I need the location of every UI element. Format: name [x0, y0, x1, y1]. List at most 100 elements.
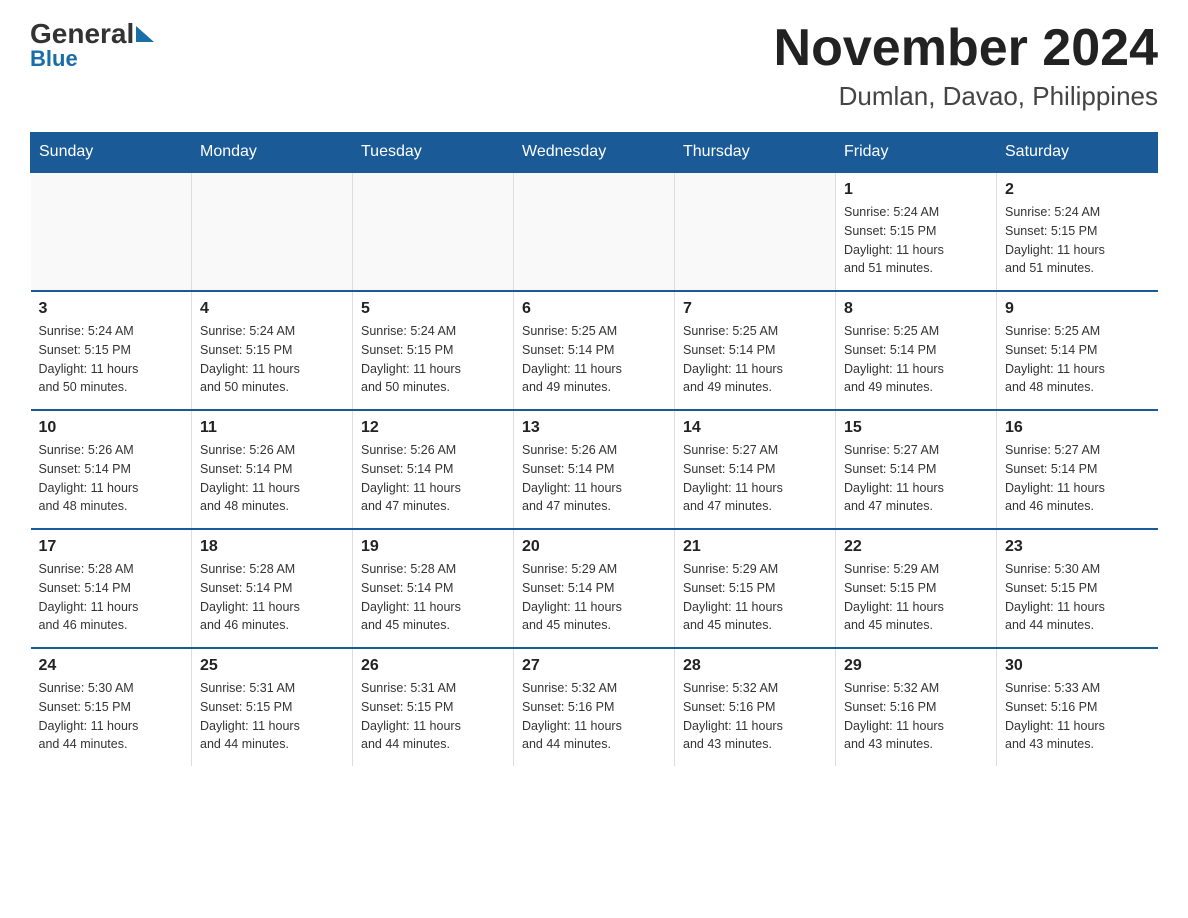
header-friday: Friday: [836, 133, 997, 173]
day-number: 6: [522, 300, 666, 318]
day-info: Sunrise: 5:27 AM Sunset: 5:14 PM Dayligh…: [1005, 441, 1150, 516]
day-number: 27: [522, 657, 666, 675]
calendar-cell: 30 Sunrise: 5:33 AM Sunset: 5:16 PM Dayli…: [997, 648, 1158, 766]
calendar-cell: 24 Sunrise: 5:30 AM Sunset: 5:15 PM Dayli…: [31, 648, 192, 766]
day-number: 5: [361, 300, 505, 318]
calendar-cell: 26 Sunrise: 5:31 AM Sunset: 5:15 PM Dayli…: [353, 648, 514, 766]
logo-blue-text: Blue: [30, 46, 78, 72]
calendar-cell: 8 Sunrise: 5:25 AM Sunset: 5:14 PM Daylig…: [836, 291, 997, 410]
calendar-cell: 1Sunrise: 5:24 AM Sunset: 5:15 PM Daylig…: [836, 172, 997, 291]
day-info: Sunrise: 5:24 AM Sunset: 5:15 PM Dayligh…: [39, 322, 184, 397]
day-number: 9: [1005, 300, 1150, 318]
logo-triangle-icon: [136, 26, 154, 42]
day-info: Sunrise: 5:33 AM Sunset: 5:16 PM Dayligh…: [1005, 679, 1150, 754]
calendar-header: Sunday Monday Tuesday Wednesday Thursday…: [31, 133, 1158, 173]
day-number: 2: [1005, 181, 1150, 199]
day-info: Sunrise: 5:24 AM Sunset: 5:15 PM Dayligh…: [200, 322, 344, 397]
day-number: 26: [361, 657, 505, 675]
header-row: Sunday Monday Tuesday Wednesday Thursday…: [31, 133, 1158, 173]
calendar-week-0: 1Sunrise: 5:24 AM Sunset: 5:15 PM Daylig…: [31, 172, 1158, 291]
day-number: 11: [200, 419, 344, 437]
day-number: 22: [844, 538, 988, 556]
day-info: Sunrise: 5:32 AM Sunset: 5:16 PM Dayligh…: [522, 679, 666, 754]
day-number: 8: [844, 300, 988, 318]
day-info: Sunrise: 5:29 AM Sunset: 5:14 PM Dayligh…: [522, 560, 666, 635]
day-info: Sunrise: 5:25 AM Sunset: 5:14 PM Dayligh…: [683, 322, 827, 397]
day-info: Sunrise: 5:28 AM Sunset: 5:14 PM Dayligh…: [39, 560, 184, 635]
day-number: 25: [200, 657, 344, 675]
day-number: 7: [683, 300, 827, 318]
day-info: Sunrise: 5:26 AM Sunset: 5:14 PM Dayligh…: [200, 441, 344, 516]
header-sunday: Sunday: [31, 133, 192, 173]
calendar-cell: 7 Sunrise: 5:25 AM Sunset: 5:14 PM Daylig…: [675, 291, 836, 410]
calendar-week-3: 17Sunrise: 5:28 AM Sunset: 5:14 PM Dayli…: [31, 529, 1158, 648]
day-info: Sunrise: 5:26 AM Sunset: 5:14 PM Dayligh…: [522, 441, 666, 516]
day-info: Sunrise: 5:26 AM Sunset: 5:14 PM Dayligh…: [361, 441, 505, 516]
day-number: 24: [39, 657, 184, 675]
calendar-cell: [192, 172, 353, 291]
calendar-cell: 10Sunrise: 5:26 AM Sunset: 5:14 PM Dayli…: [31, 410, 192, 529]
day-number: 18: [200, 538, 344, 556]
title-area: November 2024 Dumlan, Davao, Philippines: [774, 20, 1158, 112]
calendar-cell: 20 Sunrise: 5:29 AM Sunset: 5:14 PM Dayli…: [514, 529, 675, 648]
day-number: 3: [39, 300, 184, 318]
calendar-cell: 11 Sunrise: 5:26 AM Sunset: 5:14 PM Dayli…: [192, 410, 353, 529]
day-info: Sunrise: 5:31 AM Sunset: 5:15 PM Dayligh…: [361, 679, 505, 754]
logo-general-text: General: [30, 20, 134, 48]
calendar-week-2: 10Sunrise: 5:26 AM Sunset: 5:14 PM Dayli…: [31, 410, 1158, 529]
day-number: 16: [1005, 419, 1150, 437]
day-number: 20: [522, 538, 666, 556]
header-monday: Monday: [192, 133, 353, 173]
day-number: 15: [844, 419, 988, 437]
day-info: Sunrise: 5:31 AM Sunset: 5:15 PM Dayligh…: [200, 679, 344, 754]
day-number: 30: [1005, 657, 1150, 675]
calendar-cell: 9 Sunrise: 5:25 AM Sunset: 5:14 PM Daylig…: [997, 291, 1158, 410]
calendar-cell: 22 Sunrise: 5:29 AM Sunset: 5:15 PM Dayli…: [836, 529, 997, 648]
calendar-cell: 6 Sunrise: 5:25 AM Sunset: 5:14 PM Daylig…: [514, 291, 675, 410]
calendar-cell: [31, 172, 192, 291]
calendar-cell: 17Sunrise: 5:28 AM Sunset: 5:14 PM Dayli…: [31, 529, 192, 648]
calendar-cell: [514, 172, 675, 291]
header-thursday: Thursday: [675, 133, 836, 173]
day-number: 23: [1005, 538, 1150, 556]
calendar-week-4: 24 Sunrise: 5:30 AM Sunset: 5:15 PM Dayli…: [31, 648, 1158, 766]
calendar-cell: 12 Sunrise: 5:26 AM Sunset: 5:14 PM Dayli…: [353, 410, 514, 529]
calendar-cell: 4Sunrise: 5:24 AM Sunset: 5:15 PM Daylig…: [192, 291, 353, 410]
calendar-cell: 15 Sunrise: 5:27 AM Sunset: 5:14 PM Dayli…: [836, 410, 997, 529]
calendar-cell: [675, 172, 836, 291]
day-info: Sunrise: 5:29 AM Sunset: 5:15 PM Dayligh…: [844, 560, 988, 635]
calendar-cell: 21 Sunrise: 5:29 AM Sunset: 5:15 PM Dayli…: [675, 529, 836, 648]
day-info: Sunrise: 5:32 AM Sunset: 5:16 PM Dayligh…: [683, 679, 827, 754]
day-info: Sunrise: 5:28 AM Sunset: 5:14 PM Dayligh…: [361, 560, 505, 635]
day-info: Sunrise: 5:32 AM Sunset: 5:16 PM Dayligh…: [844, 679, 988, 754]
day-info: Sunrise: 5:27 AM Sunset: 5:14 PM Dayligh…: [683, 441, 827, 516]
calendar-cell: 2 Sunrise: 5:24 AM Sunset: 5:15 PM Daylig…: [997, 172, 1158, 291]
month-year-title: November 2024: [774, 20, 1158, 77]
day-number: 21: [683, 538, 827, 556]
calendar-body: 1Sunrise: 5:24 AM Sunset: 5:15 PM Daylig…: [31, 172, 1158, 766]
day-info: Sunrise: 5:28 AM Sunset: 5:14 PM Dayligh…: [200, 560, 344, 635]
day-info: Sunrise: 5:25 AM Sunset: 5:14 PM Dayligh…: [522, 322, 666, 397]
calendar-table: Sunday Monday Tuesday Wednesday Thursday…: [30, 132, 1158, 766]
day-info: Sunrise: 5:29 AM Sunset: 5:15 PM Dayligh…: [683, 560, 827, 635]
calendar-cell: 13Sunrise: 5:26 AM Sunset: 5:14 PM Dayli…: [514, 410, 675, 529]
day-number: 12: [361, 419, 505, 437]
day-number: 28: [683, 657, 827, 675]
location-subtitle: Dumlan, Davao, Philippines: [774, 81, 1158, 112]
day-number: 29: [844, 657, 988, 675]
calendar-cell: [353, 172, 514, 291]
day-info: Sunrise: 5:26 AM Sunset: 5:14 PM Dayligh…: [39, 441, 184, 516]
day-info: Sunrise: 5:24 AM Sunset: 5:15 PM Dayligh…: [1005, 203, 1150, 278]
header-tuesday: Tuesday: [353, 133, 514, 173]
day-info: Sunrise: 5:25 AM Sunset: 5:14 PM Dayligh…: [844, 322, 988, 397]
calendar-cell: 19Sunrise: 5:28 AM Sunset: 5:14 PM Dayli…: [353, 529, 514, 648]
calendar-cell: 27 Sunrise: 5:32 AM Sunset: 5:16 PM Dayli…: [514, 648, 675, 766]
day-info: Sunrise: 5:30 AM Sunset: 5:15 PM Dayligh…: [39, 679, 184, 754]
day-info: Sunrise: 5:27 AM Sunset: 5:14 PM Dayligh…: [844, 441, 988, 516]
day-info: Sunrise: 5:25 AM Sunset: 5:14 PM Dayligh…: [1005, 322, 1150, 397]
day-info: Sunrise: 5:24 AM Sunset: 5:15 PM Dayligh…: [361, 322, 505, 397]
logo: General Blue: [30, 20, 154, 72]
calendar-cell: 14Sunrise: 5:27 AM Sunset: 5:14 PM Dayli…: [675, 410, 836, 529]
calendar-cell: 3 Sunrise: 5:24 AM Sunset: 5:15 PM Daylig…: [31, 291, 192, 410]
calendar-cell: 29 Sunrise: 5:32 AM Sunset: 5:16 PM Dayli…: [836, 648, 997, 766]
